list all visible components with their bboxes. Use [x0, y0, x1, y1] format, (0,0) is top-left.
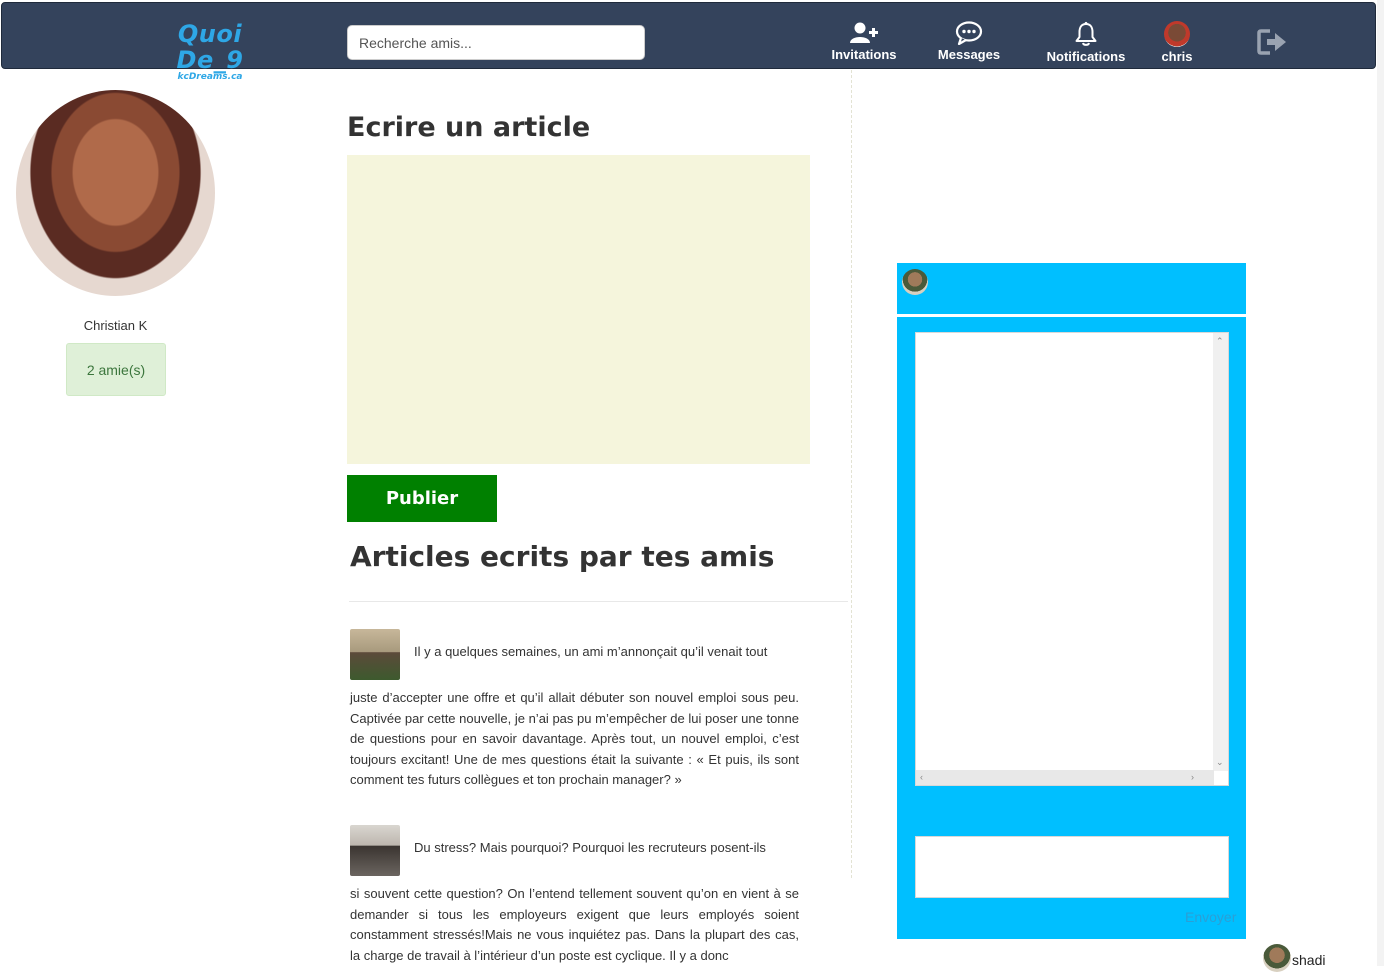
column-divider: [851, 70, 852, 878]
chat-vertical-scrollbar[interactable]: ⌃ ⌄: [1213, 333, 1228, 771]
search-input[interactable]: [347, 25, 645, 60]
chat-message-log[interactable]: ⌃ ⌄ ‹ ›: [915, 332, 1229, 786]
nav-notifications[interactable]: Notifications: [1042, 21, 1130, 67]
publish-button[interactable]: Publier: [347, 475, 497, 522]
composer-title: Ecrire un article: [347, 112, 591, 143]
top-navbar: Quoi De_9 kcDreams.ca Invitations Messag…: [1, 2, 1376, 82]
author-avatar[interactable]: [350, 825, 400, 876]
logout-icon[interactable]: [1257, 28, 1289, 56]
scroll-down-icon[interactable]: ⌄: [1216, 758, 1224, 767]
chat-bubble-icon: [955, 21, 983, 45]
page-scrollbar[interactable]: [1377, 0, 1384, 966]
scroll-left-icon[interactable]: ‹: [920, 773, 923, 782]
chat-contact-avatar: [902, 269, 928, 295]
chat-message-input[interactable]: [915, 836, 1229, 898]
chat-horizontal-scrollbar[interactable]: ‹ ›: [916, 770, 1214, 785]
scroll-up-icon[interactable]: ⌃: [1216, 337, 1224, 346]
brand-logo[interactable]: Quoi De_9 kcDreams.ca: [150, 21, 270, 82]
nav-messages[interactable]: Messages: [936, 21, 1002, 67]
bell-icon: [1075, 21, 1097, 46]
article-item: Il y a quelques semaines, un ami m’annon…: [350, 629, 799, 791]
chat-panel: ⌃ ⌄ ‹ › Envoyer: [897, 263, 1246, 939]
scroll-right-icon[interactable]: ›: [1191, 773, 1194, 782]
add-user-icon: [850, 22, 878, 43]
article-body: si souvent cette question? On l’entend t…: [350, 886, 799, 963]
author-avatar[interactable]: [350, 629, 400, 680]
article-lead: Du stress? Mais pourquoi? Pourquoi les r…: [414, 840, 766, 855]
nav-user[interactable]: chris: [1157, 21, 1197, 67]
article-textarea[interactable]: [347, 155, 810, 464]
nav-messages-label: Messages: [937, 47, 1001, 62]
contact-avatar: [1263, 944, 1291, 972]
feed-title: Articles ecrits par tes amis: [350, 540, 775, 573]
nav-invitations-label: Invitations: [831, 47, 897, 62]
feed-divider: [349, 601, 848, 602]
friends-count-badge[interactable]: 2 amie(s): [66, 343, 166, 396]
article-body: juste d’accepter une offre et qu’il alla…: [350, 690, 799, 788]
brand-title: Quoi De_9: [176, 20, 244, 74]
user-avatar: [1164, 21, 1190, 47]
send-button[interactable]: Envoyer: [1185, 909, 1236, 925]
article-item: Du stress? Mais pourquoi? Pourquoi les r…: [350, 825, 799, 966]
chat-header[interactable]: [897, 263, 1246, 317]
profile-photo: [16, 90, 215, 296]
nav-notifications-label: Notifications: [1046, 49, 1126, 64]
brand-subtitle: kcDreams.ca: [177, 72, 243, 82]
article-lead: Il y a quelques semaines, un ami m’annon…: [414, 644, 768, 659]
contact-item[interactable]: shadi: [1263, 944, 1325, 972]
nav-user-label: chris: [1161, 49, 1193, 64]
nav-invitations[interactable]: Invitations: [828, 21, 900, 67]
profile-name: Christian K: [83, 318, 148, 333]
